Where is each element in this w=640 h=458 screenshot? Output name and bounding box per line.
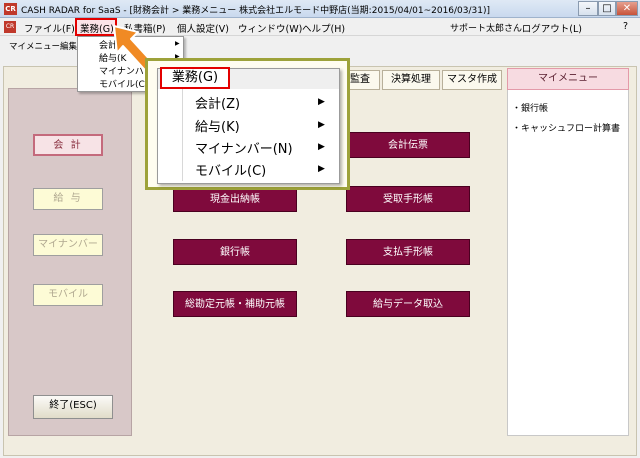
help-icon[interactable]: ? — [623, 21, 628, 32]
app-icon: CR — [4, 3, 17, 15]
side-mobile-button[interactable]: モバイル — [33, 284, 103, 306]
exit-button[interactable]: 終了(ESC) — [33, 395, 113, 419]
side-kaikei-button[interactable]: 会 計 — [33, 134, 103, 156]
menu-help[interactable]: ヘルプ(H) — [302, 21, 345, 35]
shiharai-tegata-button[interactable]: 支払手形帳 — [346, 239, 470, 265]
menu-window[interactable]: ウィンドウ(W) — [238, 21, 302, 35]
zoom-divider — [182, 89, 183, 181]
logout-link[interactable]: ログアウト(L) — [522, 21, 582, 35]
zoom-item-mobile[interactable]: モバイル(C) — [195, 160, 266, 179]
sokanjo-motocho-button[interactable]: 総勘定元帳・補助元帳 — [173, 291, 297, 317]
uketori-tegata-button[interactable]: 受取手形帳 — [346, 186, 470, 212]
ginko-cho-button[interactable]: 銀行帳 — [173, 239, 297, 265]
mymenu-item-cashflow[interactable]: ・キャッシュフロー計算書 — [512, 121, 620, 134]
mymenu-title: マイメニュー — [507, 68, 629, 90]
kaikei-denpyo-button[interactable]: 会計伝票 — [346, 132, 470, 158]
minimize-button[interactable]: – — [578, 1, 598, 16]
zoom-gyomu-label: 業務(G) — [160, 67, 230, 89]
mymenu-item-ginko[interactable]: ・銀行帳 — [512, 101, 548, 114]
tab-kessan[interactable]: 決算処理 — [382, 70, 440, 90]
side-mynumber-button[interactable]: マイナンバー — [33, 234, 103, 256]
close-button[interactable]: ✕ — [616, 1, 638, 16]
zoom-item-kaikei[interactable]: 会計(Z) — [195, 93, 240, 112]
tab-master[interactable]: マスタ作成 — [442, 70, 502, 90]
mymenu-edit-label[interactable]: マイメニュー編集 — [9, 40, 77, 52]
menubar-app-icon: CR — [4, 21, 16, 33]
kyuyo-data-import-button[interactable]: 給与データ取込 — [346, 291, 470, 317]
maximize-button[interactable]: □ — [598, 1, 616, 16]
user-name: サポート太郎さん — [449, 24, 522, 34]
submenu-arrow-icon: ▶ — [318, 97, 325, 107]
window-title: CASH RADAR for SaaS - [財務会計 > 業務メニュー 株式会… — [21, 6, 491, 16]
submenu-arrow-icon: ▶ — [318, 120, 325, 130]
submenu-arrow-icon: ▶ — [318, 164, 325, 174]
menu-file[interactable]: ファイル(F) — [24, 21, 75, 35]
submenu-arrow-icon: ▶ — [175, 40, 180, 47]
side-kyuyo-button[interactable]: 給 与 — [33, 188, 103, 210]
zoom-item-kyuyo[interactable]: 給与(K) — [195, 116, 240, 135]
submenu-arrow-icon: ▶ — [318, 142, 325, 152]
zoom-item-mynumber[interactable]: マイナンバー(N) — [195, 138, 293, 157]
menu-personal-settings[interactable]: 個人設定(V) — [177, 21, 229, 35]
